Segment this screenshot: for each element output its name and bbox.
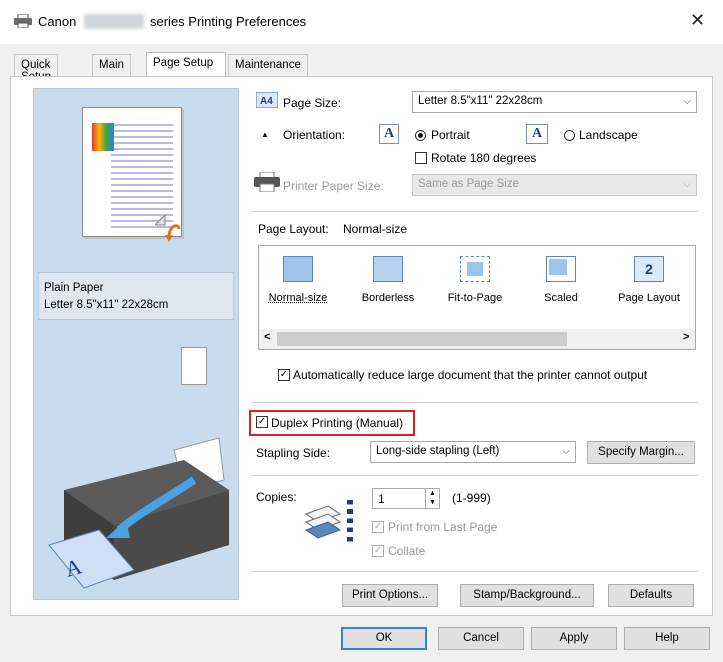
printer-paper-size-select[interactable]: Same as Page Size ⌵ (412, 174, 697, 196)
help-button[interactable]: Help (624, 627, 710, 650)
stapling-side-label: Stapling Side: (256, 446, 331, 460)
duplex-label: Duplex Printing (Manual) (271, 416, 404, 430)
divider (252, 402, 698, 403)
chevron-down-icon: ⌵ (683, 96, 691, 107)
layout-item-fit-to-page[interactable]: Fit-to-Page (439, 256, 511, 304)
defaults-button[interactable]: Defaults (608, 584, 694, 607)
page-size-select[interactable]: Letter 8.5"x11" 22x28cm ⌵ (412, 91, 697, 113)
ok-button[interactable]: OK (341, 627, 427, 650)
normal-size-icon (283, 256, 313, 282)
duplex-checkbox[interactable]: ✓ (256, 416, 268, 428)
fit-to-page-icon (460, 256, 490, 282)
redacted-model-name (84, 14, 144, 29)
print-options-button[interactable]: Print Options... (342, 584, 438, 607)
borderless-icon (373, 256, 403, 282)
divider (252, 475, 698, 476)
window-title: series Printing Preferences (150, 14, 307, 29)
landscape-label: Landscape (579, 128, 638, 142)
orientation-label: Orientation: (283, 128, 346, 142)
tab-maintenance[interactable]: Maintenance (228, 54, 308, 76)
print-from-last-page-checkbox[interactable]: ✓ (372, 521, 384, 533)
layout-item-scaled[interactable]: Scaled (525, 256, 597, 304)
printer-illustration-icon: A (48, 437, 229, 589)
layout-item-label: Borderless (361, 292, 415, 304)
rotate-180-label: Rotate 180 degrees (431, 151, 537, 165)
title-bar: Canon series Printing Preferences ✕ (0, 0, 723, 44)
portrait-a-icon: A (379, 124, 399, 144)
copies-label: Copies: (256, 490, 297, 504)
scroll-right-arrow-icon[interactable]: > (683, 331, 689, 343)
media-info-box (38, 272, 234, 320)
page-flip-arrow-icon (155, 215, 181, 242)
portrait-radio[interactable] (415, 130, 426, 141)
auto-reduce-label: Automatically reduce large document that… (293, 368, 648, 382)
page-layout-label: Page Layout: (258, 222, 329, 236)
scrollbar-thumb[interactable] (277, 332, 567, 346)
copies-value: 1 (378, 492, 385, 506)
page-size-label: Page Size: (283, 96, 342, 110)
collate-label: Collate (388, 544, 426, 558)
specify-margin-button[interactable]: Specify Margin... (587, 441, 695, 464)
collate-checkbox[interactable]: ✓ (372, 545, 384, 557)
page-size-icon: A4 (256, 92, 278, 108)
cancel-button[interactable]: Cancel (438, 627, 524, 650)
layout-item-normal-size[interactable]: Normal-size (262, 256, 334, 304)
rotate-180-checkbox[interactable] (415, 152, 427, 164)
copies-spinner[interactable]: 1 ▲ ▼ (372, 488, 440, 509)
orientation-preview-button[interactable] (181, 347, 207, 385)
collate-order-icon (347, 500, 353, 546)
layout-item-page-layout[interactable]: 2 Page Layout (613, 256, 685, 304)
printer-paper-icon (254, 172, 280, 192)
layout-item-label: Scaled (544, 292, 578, 304)
tab-quick-setup[interactable]: Quick Setup (14, 54, 59, 83)
stapling-side-select[interactable]: Long-side stapling (Left) ⌵ (370, 441, 576, 463)
bullet-icon: ▲ (261, 130, 269, 139)
copies-stack-icon (304, 505, 342, 539)
layout-horizontal-scrollbar[interactable]: < > (259, 329, 695, 349)
printer-paper-size-label: Printer Paper Size: (283, 179, 384, 193)
media-type-label: Plain Paper (44, 282, 104, 294)
apply-button[interactable]: Apply (531, 627, 617, 650)
layout-item-borderless[interactable]: Borderless (352, 256, 424, 304)
svg-text:A4: A4 (260, 96, 273, 107)
scroll-left-arrow-icon[interactable]: < (264, 331, 270, 343)
portrait-label: Portrait (431, 128, 470, 142)
scaled-icon (546, 256, 576, 282)
window-title-brand: Canon (38, 14, 77, 29)
chevron-down-icon: ⌵ (562, 446, 570, 457)
copies-range: (1-999) (452, 491, 491, 505)
landscape-a-icon: A (526, 124, 548, 144)
page-layout-value: Normal-size (343, 222, 408, 236)
chevron-down-icon: ⌵ (683, 179, 691, 190)
divider (252, 211, 698, 212)
media-size-label: Letter 8.5"x11" 22x28cm (44, 299, 169, 311)
layout-item-label: Page Layout (618, 292, 680, 304)
printer-paper-size-value: Same as Page Size (418, 178, 520, 190)
page-size-value: Letter 8.5"x11" 22x28cm (418, 95, 543, 107)
tab-main[interactable]: Main (92, 54, 131, 76)
print-from-last-page-label: Print from Last Page (388, 520, 498, 534)
printer-app-icon (14, 14, 32, 28)
spinner-arrows-icon[interactable]: ▲ ▼ (425, 489, 439, 508)
stamp-background-button[interactable]: Stamp/Background... (460, 584, 594, 607)
divider (252, 571, 698, 572)
page-layout-icon: 2 (634, 256, 664, 282)
close-icon[interactable]: ✕ (690, 10, 705, 31)
color-preview-image (92, 123, 114, 151)
auto-reduce-checkbox[interactable]: ✓ (278, 369, 290, 381)
tab-page-setup[interactable]: Page Setup (146, 52, 226, 76)
layout-item-label: Fit-to-Page (447, 292, 503, 304)
layout-item-label: Normal-size (268, 292, 328, 304)
stapling-side-value: Long-side stapling (Left) (376, 445, 500, 457)
landscape-radio[interactable] (564, 130, 575, 141)
